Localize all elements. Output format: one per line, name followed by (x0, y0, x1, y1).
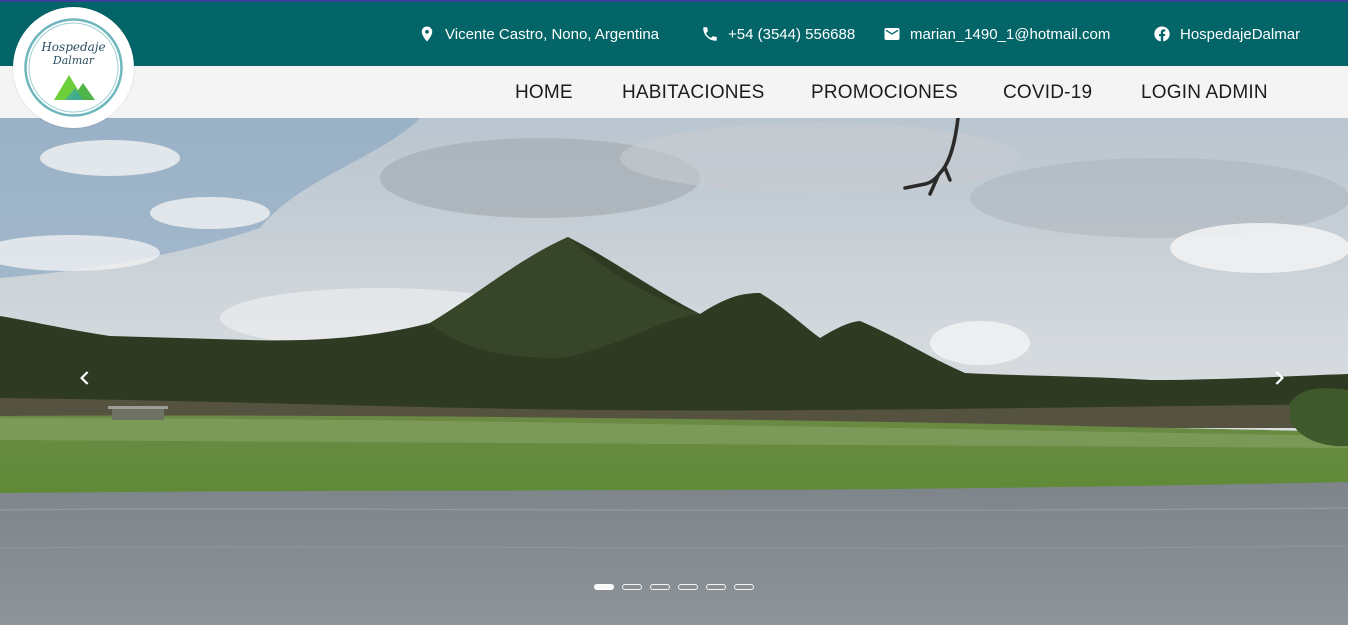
contact-address: Vicente Castro, Nono, Argentina (418, 2, 659, 66)
nav-home[interactable]: HOME (515, 66, 573, 118)
nav-covid[interactable]: COVID-19 (1003, 66, 1092, 118)
carousel-indicator[interactable] (706, 584, 726, 590)
contact-phone[interactable]: +54 (3544) 556688 (701, 2, 855, 66)
logo-line2: Dalmar (52, 54, 95, 67)
carousel-indicators (594, 584, 754, 590)
main-nav: HOME HABITACIONES PROMOCIONES COVID-19 L… (0, 66, 1348, 118)
carousel-indicator[interactable] (678, 584, 698, 590)
carousel-indicator[interactable] (622, 584, 642, 590)
map-pin-icon (421, 26, 433, 42)
contact-email[interactable]: marian_1490_1@hotmail.com (883, 2, 1110, 66)
logo-line1: Hospedaje (40, 40, 105, 54)
email-text: marian_1490_1@hotmail.com (910, 25, 1111, 43)
phone-text: +54 (3544) 556688 (728, 25, 856, 43)
logo-emblem: Hospedaje Dalmar (24, 18, 123, 117)
carousel-indicator[interactable] (650, 584, 670, 590)
chevron-right-icon (1275, 371, 1284, 385)
address-text: Vicente Castro, Nono, Argentina (445, 25, 660, 43)
brand-logo[interactable]: Hospedaje Dalmar (13, 7, 134, 128)
facebook-text: HospedajeDalmar (1180, 25, 1301, 43)
carousel-prev-button[interactable] (65, 358, 105, 398)
carousel-indicator[interactable] (734, 584, 754, 590)
nav-habitaciones[interactable]: HABITACIONES (622, 66, 764, 118)
contact-bar: Vicente Castro, Nono, Argentina +54 (354… (0, 2, 1348, 66)
mail-icon (884, 28, 900, 40)
carousel-indicator[interactable] (594, 584, 614, 590)
phone-icon (703, 27, 717, 41)
facebook-icon (1154, 26, 1170, 42)
nav-promociones[interactable]: PROMOCIONES (811, 66, 958, 118)
carousel-next-button[interactable] (1259, 358, 1299, 398)
chevron-left-icon (80, 371, 89, 385)
hero-carousel (0, 118, 1348, 625)
contact-facebook[interactable]: HospedajeDalmar (1153, 2, 1300, 66)
nav-login-admin[interactable]: LOGIN ADMIN (1141, 66, 1268, 118)
slide-landscape-image (0, 118, 1348, 625)
